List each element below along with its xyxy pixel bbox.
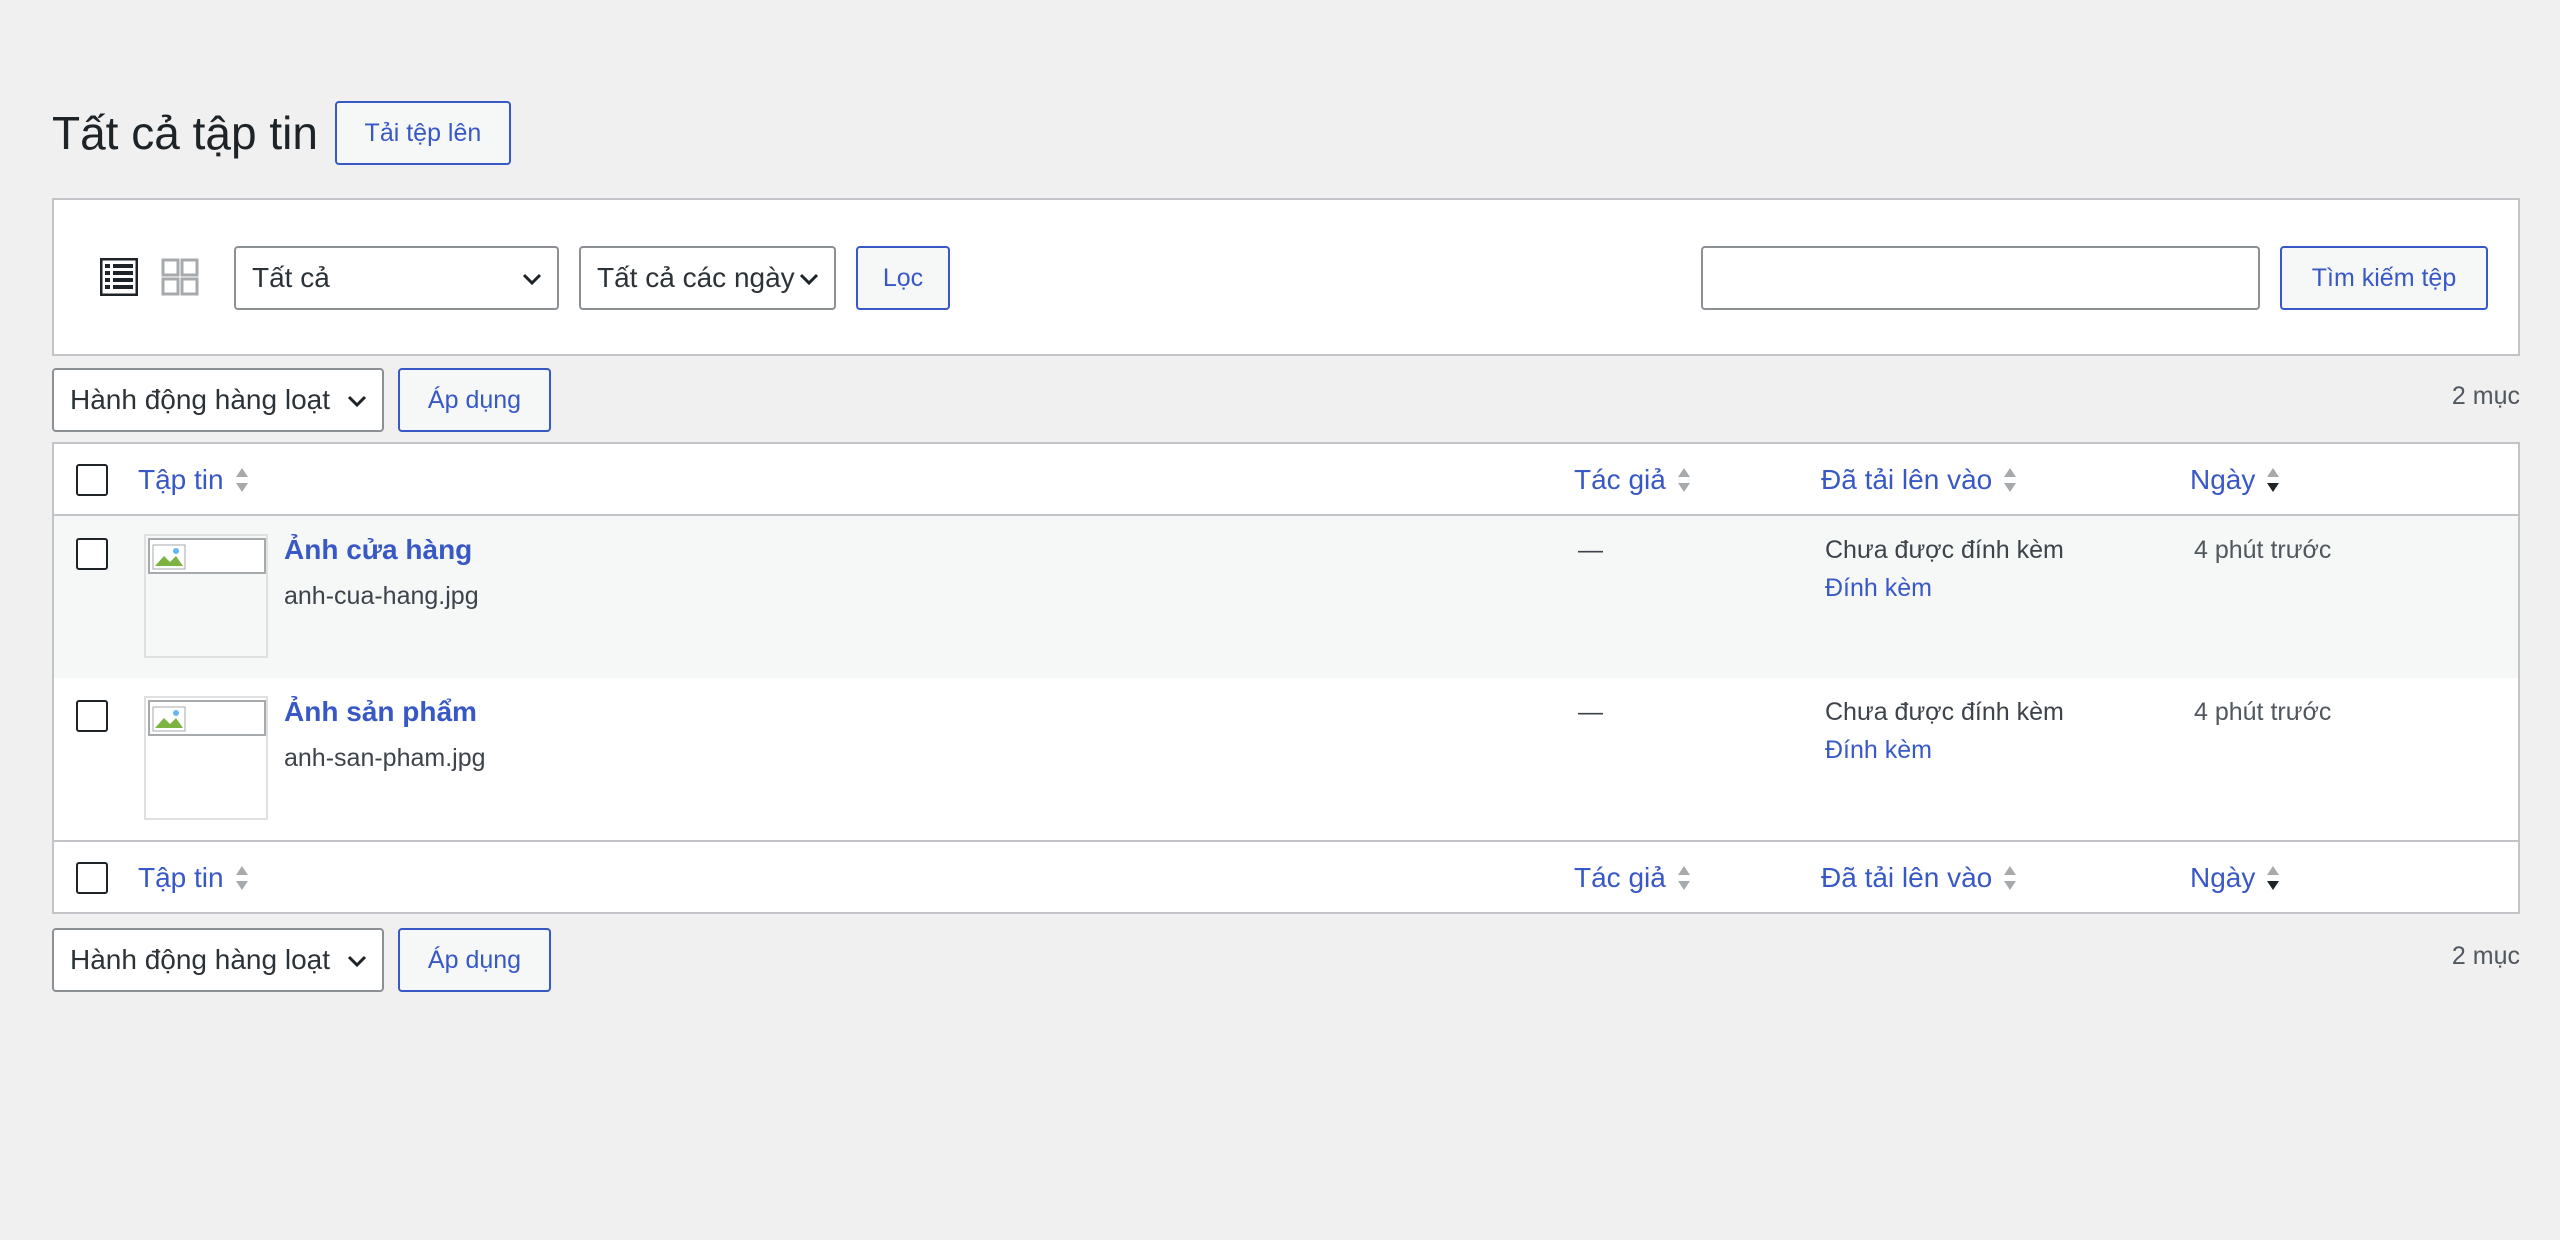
- column-date-label: Ngày: [2190, 464, 2256, 495]
- item-count: 2 mục: [2451, 382, 2520, 410]
- uploaded-status: Chưa được đính kèm: [1825, 698, 2064, 726]
- uploaded-status: Chưa được đính kèm: [1825, 536, 2064, 564]
- author-value: —: [1578, 536, 1603, 564]
- thumbnail[interactable]: [144, 534, 268, 658]
- chevron-down-icon: [522, 273, 542, 286]
- sort-arrows-icon: [235, 866, 248, 890]
- upload-file-button[interactable]: Tải tệp lên: [334, 101, 511, 165]
- broken-image-icon: [148, 700, 266, 736]
- sort-desc-icon: [2267, 866, 2280, 890]
- filter-bar: Tất cả Tất cả các ngày Lọc Tìm kiếm tệp: [52, 198, 2520, 356]
- apply-button[interactable]: Áp dụng: [398, 368, 551, 432]
- column-author[interactable]: Tác giả: [1574, 862, 1692, 894]
- bulk-action-select[interactable]: Hành động hàng loạt: [52, 368, 384, 432]
- sort-arrows-icon: [1677, 866, 1690, 890]
- date-value: 4 phút trước: [2194, 536, 2332, 564]
- file-name: anh-san-pham.jpg: [284, 744, 486, 772]
- column-author[interactable]: Tác giả: [1574, 464, 1692, 496]
- column-uploaded-to[interactable]: Đã tải lên vào: [1821, 862, 2018, 894]
- media-library-page: Tất cả tập tin Tải tệp lên Tất cả Tất cả…: [52, 100, 2520, 992]
- date-select[interactable]: Tất cả các ngày: [579, 246, 836, 310]
- search-files-button[interactable]: Tìm kiếm tệp: [2280, 246, 2488, 310]
- table-footer: Tập tin Tác giả Đã tải lên vào Ngày: [54, 840, 2518, 912]
- column-uploaded-label: Đã tải lên vào: [1821, 464, 1993, 495]
- broken-image-icon: [148, 538, 266, 574]
- table-row: Ảnh cửa hàng anh-cua-hang.jpg — Chưa đượ…: [54, 516, 2518, 678]
- row-checkbox[interactable]: [76, 538, 108, 570]
- bulk-action-selected: Hành động hàng loạt: [70, 384, 330, 415]
- column-file[interactable]: Tập tin: [138, 464, 250, 496]
- page-header: Tất cả tập tin Tải tệp lên: [52, 100, 2520, 166]
- bulk-actions-top: Hành động hàng loạt Áp dụng 2 mục: [52, 368, 2520, 432]
- sort-arrows-icon: [235, 468, 248, 492]
- column-date[interactable]: Ngày: [2190, 464, 2281, 496]
- media-type-selected: Tất cả: [252, 262, 330, 293]
- row-checkbox[interactable]: [76, 700, 108, 732]
- column-author-label: Tác giả: [1574, 464, 1666, 495]
- column-uploaded-label: Đã tải lên vào: [1821, 862, 1993, 893]
- attach-link[interactable]: Đính kèm: [1825, 736, 1932, 765]
- item-count: 2 mục: [2451, 942, 2520, 970]
- chevron-down-icon: [347, 955, 367, 968]
- page-title: Tất cả tập tin: [52, 107, 318, 159]
- column-date[interactable]: Ngày: [2190, 862, 2281, 894]
- bulk-actions-bottom: Hành động hàng loạt Áp dụng 2 mục: [52, 928, 2520, 992]
- thumbnail[interactable]: [144, 696, 268, 820]
- grid-view-icon[interactable]: [161, 258, 199, 296]
- bulk-action-selected: Hành động hàng loạt: [70, 944, 330, 975]
- sort-desc-icon: [2267, 468, 2280, 492]
- column-date-label: Ngày: [2190, 862, 2256, 893]
- select-all-checkbox[interactable]: [76, 464, 108, 496]
- search-input[interactable]: [1701, 246, 2260, 310]
- column-file[interactable]: Tập tin: [138, 862, 250, 894]
- date-selected: Tất cả các ngày: [597, 262, 795, 293]
- column-file-label: Tập tin: [138, 464, 224, 495]
- file-title-link[interactable]: Ảnh sản phẩm: [284, 696, 477, 728]
- list-view-icon[interactable]: [100, 258, 138, 296]
- apply-button[interactable]: Áp dụng: [398, 928, 551, 992]
- bulk-action-select[interactable]: Hành động hàng loạt: [52, 928, 384, 992]
- file-title-link[interactable]: Ảnh cửa hàng: [284, 534, 472, 566]
- chevron-down-icon: [799, 273, 819, 286]
- media-table: Tập tin Tác giả Đã tải lên vào Ngày Ảnh …: [52, 442, 2520, 914]
- column-author-label: Tác giả: [1574, 862, 1666, 893]
- table-row: Ảnh sản phẩm anh-san-pham.jpg — Chưa đượ…: [54, 678, 2518, 840]
- author-value: —: [1578, 698, 1603, 726]
- file-name: anh-cua-hang.jpg: [284, 582, 479, 610]
- sort-arrows-icon: [2004, 866, 2017, 890]
- select-all-checkbox[interactable]: [76, 862, 108, 894]
- column-uploaded-to[interactable]: Đã tải lên vào: [1821, 464, 2018, 496]
- sort-arrows-icon: [1677, 468, 1690, 492]
- sort-arrows-icon: [2004, 468, 2017, 492]
- date-value: 4 phút trước: [2194, 698, 2332, 726]
- attach-link[interactable]: Đính kèm: [1825, 574, 1932, 603]
- chevron-down-icon: [347, 395, 367, 408]
- media-type-select[interactable]: Tất cả: [234, 246, 559, 310]
- table-header: Tập tin Tác giả Đã tải lên vào Ngày: [54, 444, 2518, 516]
- filter-button[interactable]: Lọc: [856, 246, 950, 310]
- column-file-label: Tập tin: [138, 862, 224, 893]
